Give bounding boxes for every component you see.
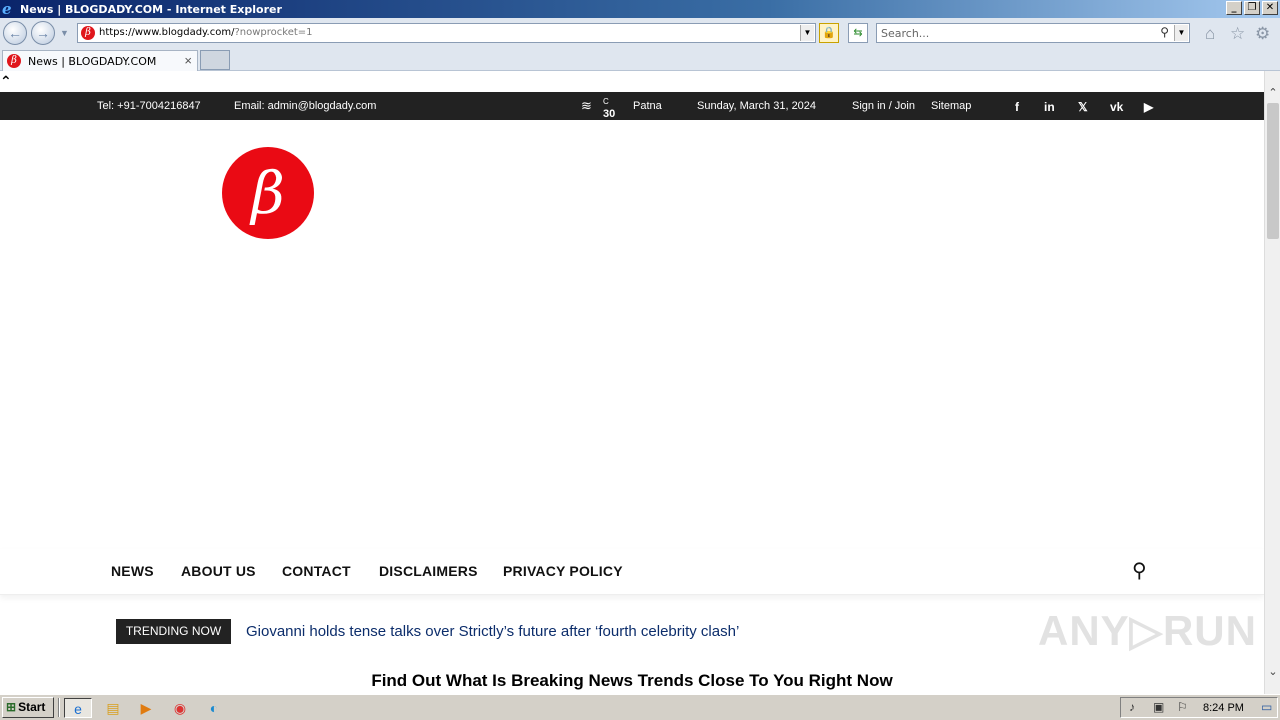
edge-icon[interactable]: ◐ (200, 698, 228, 718)
start-button[interactable]: ⊞ Start (2, 697, 54, 718)
back-button[interactable]: ← (3, 21, 27, 45)
current-date: Sunday, March 31, 2024 (697, 100, 817, 112)
scroll-thumb[interactable] (1267, 103, 1279, 239)
show-desktop-icon[interactable]: ▭ (1261, 700, 1272, 714)
nav-disclaimers[interactable]: DISCLAIMERS (379, 563, 478, 579)
refresh-icon[interactable]: ⇆ (848, 23, 868, 43)
search-dropdown-icon[interactable]: ▼ (1174, 25, 1188, 41)
section-headline: Find Out What Is Breaking News Trends Cl… (371, 671, 893, 690)
address-bar[interactable]: β https://www.blogdady.com/?nowprocket=1… (77, 23, 816, 43)
temperature-unit: C (603, 97, 609, 106)
facebook-icon[interactable]: f (1015, 100, 1019, 114)
tab-label: News | BLOGDADY.COM (28, 55, 157, 68)
vk-icon[interactable]: vk (1110, 100, 1123, 114)
browser-search-box[interactable]: Search... ⚲ ▼ (876, 23, 1190, 43)
favorites-star-icon[interactable]: ☆ (1230, 24, 1245, 44)
youtube-icon[interactable]: ▶ (1144, 100, 1153, 114)
site-favicon-icon: β (81, 26, 95, 40)
trending-headline-link[interactable]: Giovanni holds tense talks over Strictly… (246, 623, 739, 640)
close-tab-icon[interactable]: × (184, 53, 192, 68)
gear-icon[interactable]: ⚙ (1255, 24, 1270, 44)
nav-contact[interactable]: CONTACT (282, 563, 351, 579)
restore-button[interactable]: ❐ (1244, 1, 1260, 15)
url-query: ?nowprocket=1 (234, 27, 313, 38)
action-center-flag-icon[interactable]: ⚐ (1177, 700, 1188, 714)
url-main: https://www.blogdady.com/ (99, 27, 235, 38)
windows-flag-icon: ⊞ (6, 700, 17, 714)
temperature-value: 30 (603, 108, 616, 120)
taskbar-separator (58, 698, 60, 717)
trending-now-badge: TRENDING NOW (116, 619, 231, 644)
window-titlebar: e News | BLOGDADY.COM - Internet Explore… (0, 0, 1280, 18)
history-dropdown-icon[interactable]: ▼ (60, 28, 69, 38)
internet-explorer-icon: e (2, 0, 12, 18)
site-search-icon[interactable]: ⚲ (1132, 558, 1147, 583)
tab-bar: β News | BLOGDADY.COM × (0, 48, 1280, 71)
browser-navbar: ← → ▼ β https://www.blogdady.com/?nowpro… (0, 18, 1280, 48)
url-text[interactable]: https://www.blogdady.com/?nowprocket=1 (99, 27, 313, 38)
site-logo[interactable]: β (222, 147, 314, 239)
window-title: News | BLOGDADY.COM - Internet Explorer (20, 2, 282, 16)
windows-taskbar: ⊞ Start e ▤ ▶ ◉ ◐ ♪ ▣ ⚐ 8:24 PM ▭ (0, 694, 1280, 720)
nav-news[interactable]: NEWS (111, 563, 154, 579)
forward-button[interactable]: → (31, 21, 55, 45)
address-dropdown-icon[interactable]: ▼ (800, 25, 814, 41)
tab-favicon-icon: β (7, 54, 21, 68)
signin-link[interactable]: Sign in / Join (852, 100, 915, 112)
nav-privacy-policy[interactable]: PRIVACY POLICY (503, 563, 623, 579)
media-player-icon[interactable]: ▶ (132, 698, 160, 718)
security-lock-icon[interactable]: 🔒 (819, 23, 839, 43)
back-arrow-icon: ← (8, 25, 22, 41)
search-icon[interactable]: ⚲ (1160, 25, 1169, 39)
contact-email[interactable]: Email: admin@blogdady.com (234, 100, 376, 112)
tab-news[interactable]: β News | BLOGDADY.COM × (2, 50, 198, 71)
main-navigation: NEWS ABOUT US CONTACT DISCLAIMERS PRIVAC… (0, 549, 1264, 595)
explorer-folder-icon[interactable]: ▤ (99, 698, 127, 718)
scroll-down-icon[interactable]: ⌄ (1265, 664, 1280, 680)
linkedin-icon[interactable]: in (1044, 100, 1055, 114)
system-clock[interactable]: 8:24 PM (1203, 702, 1244, 714)
page-viewport: ⌃ Tel: +91-7004216847 Email: admin@blogd… (0, 71, 1264, 694)
new-tab-button[interactable] (200, 50, 230, 70)
start-label: Start (18, 700, 46, 714)
window-controls: _ ❐ ✕ (1226, 1, 1278, 15)
anyrun-watermark: ANY▷RUN (1038, 607, 1257, 654)
home-icon[interactable]: ⌂ (1205, 24, 1215, 44)
weather-temperature: 30 C (603, 97, 615, 120)
weather-city: Patna (633, 100, 662, 112)
site-topbar: Tel: +91-7004216847 Email: admin@blogdad… (0, 92, 1264, 120)
nav-about-us[interactable]: ABOUT US (181, 563, 256, 579)
system-tray: ♪ ▣ ⚐ 8:24 PM ▭ (1120, 697, 1278, 718)
chrome-icon[interactable]: ◉ (166, 698, 194, 718)
volume-icon[interactable]: ♪ (1129, 700, 1135, 714)
contact-phone: Tel: +91-7004216847 (97, 100, 201, 112)
minimize-button[interactable]: _ (1226, 1, 1242, 15)
page-scrollbar[interactable]: ⌃ ⌄ (1264, 71, 1280, 694)
x-twitter-icon[interactable]: 𝕏 (1078, 100, 1088, 114)
ie-taskbar-icon[interactable]: e (64, 698, 92, 718)
scroll-up-icon[interactable]: ⌃ (1265, 85, 1280, 101)
network-icon[interactable]: ▣ (1153, 700, 1164, 714)
close-window-button[interactable]: ✕ (1262, 1, 1278, 15)
sitemap-link[interactable]: Sitemap (931, 100, 971, 112)
back-to-top-icon[interactable]: ⌃ (0, 74, 12, 90)
search-placeholder: Search... (881, 27, 930, 40)
weather-icon: ≋ (581, 98, 592, 113)
forward-arrow-icon: → (36, 25, 50, 41)
